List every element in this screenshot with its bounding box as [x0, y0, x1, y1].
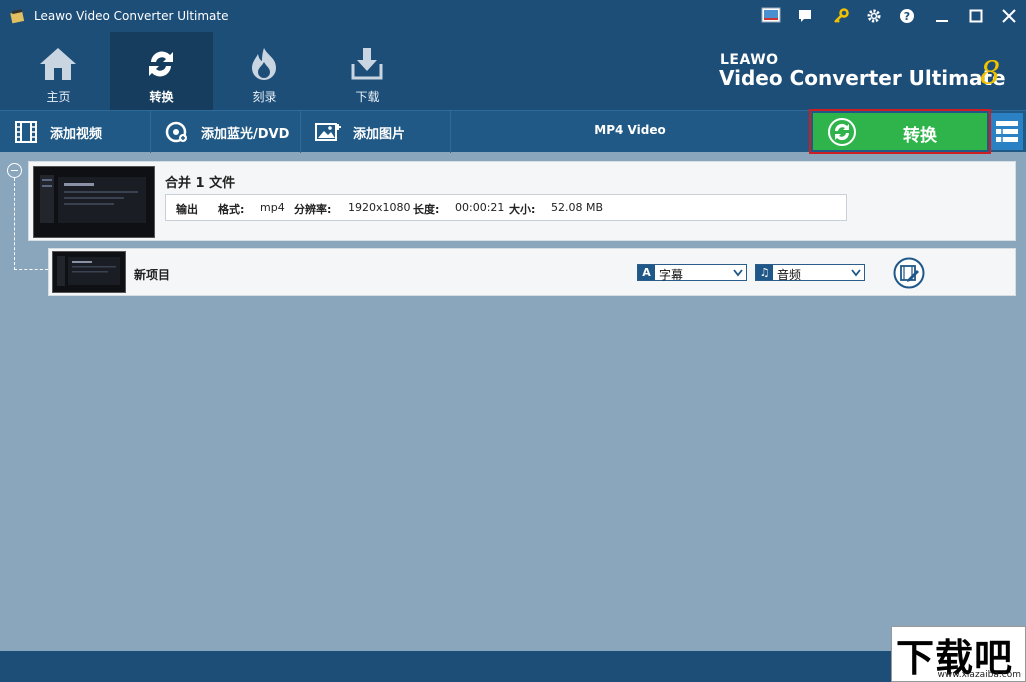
output-info-box: 输出 格式: mp4 分辨率: 1920x1080 长度: 00:00:21 大…	[165, 194, 847, 221]
status-bar	[0, 651, 1026, 682]
watermark-logo: 下载吧 www.xiazaiba.com	[891, 626, 1026, 682]
key-icon[interactable]	[830, 6, 852, 26]
size-value: 52.08 MB	[551, 201, 604, 214]
chevron-down-icon	[733, 269, 743, 277]
main-header: 主页 转换 刻录 下载 LEAWO Video Converter Ultima…	[0, 32, 1026, 110]
tab-download-label: 下载	[355, 90, 380, 104]
project-thumbnail	[52, 251, 126, 293]
window-title: Leawo Video Converter Ultimate	[34, 9, 229, 23]
add-photo-label: 添加图片	[353, 126, 406, 142]
audio-dropdown[interactable]: ♫ 音频	[755, 264, 865, 282]
music-note-icon: ♫	[756, 265, 773, 280]
tab-home-label: 主页	[46, 90, 71, 104]
skin-icon[interactable]	[760, 6, 782, 26]
minimize-icon[interactable]	[931, 6, 953, 26]
tree-connector-vertical	[14, 178, 15, 270]
merged-title: 合并 1 文件	[165, 176, 236, 191]
burn-icon	[252, 48, 276, 80]
add-bluray-label: 添加蓝光/DVD	[201, 126, 290, 142]
settings-gear-icon[interactable]	[863, 6, 885, 26]
chevron-down-icon	[851, 269, 861, 277]
layout-toggle-button[interactable]	[991, 113, 1023, 150]
output-label: 输出	[176, 203, 198, 216]
tab-burn-label: 刻录	[252, 90, 277, 104]
output-profile-selector[interactable]: MP4 Video	[560, 123, 700, 137]
download-icon	[351, 48, 383, 80]
add-video-button[interactable]: 添加视频	[0, 111, 151, 153]
duration-label: 长度:	[413, 203, 440, 216]
video-thumbnail	[33, 166, 155, 238]
film-icon	[15, 121, 37, 143]
refresh-circle-icon	[828, 118, 856, 146]
resolution-value: 1920x1080	[348, 201, 411, 214]
format-value: mp4	[260, 201, 285, 214]
close-icon[interactable]	[998, 6, 1020, 26]
image-icon	[315, 123, 341, 141]
help-icon[interactable]: ?	[896, 6, 918, 26]
subtitle-dropdown[interactable]: A 字幕	[637, 264, 747, 282]
app-logo-icon	[10, 8, 26, 24]
project-name: 新项目	[134, 268, 171, 282]
edit-video-button[interactable]	[893, 257, 925, 289]
add-photo-button[interactable]: 添加图片	[301, 111, 451, 153]
svg-text:?: ?	[904, 10, 910, 23]
add-bluray-dvd-button[interactable]: 添加蓝光/DVD	[151, 111, 301, 153]
brand-product-name: Video Converter Ultimate	[719, 66, 1006, 90]
subtitle-icon: A	[638, 265, 655, 280]
audio-value: 音频	[777, 268, 802, 282]
convert-button[interactable]: 转换	[813, 113, 987, 150]
tab-burn[interactable]: 刻录	[213, 32, 316, 110]
subtitle-value: 字幕	[659, 268, 684, 282]
brand-version: 8	[980, 54, 1001, 92]
format-label: 格式:	[218, 203, 245, 216]
tab-convert[interactable]: 转换	[110, 32, 213, 110]
list-layout-icon	[996, 121, 1018, 142]
convert-icon	[149, 51, 173, 77]
tree-connector-horizontal	[14, 269, 48, 270]
resolution-label: 分辨率:	[294, 203, 332, 216]
size-label: 大小:	[509, 203, 536, 216]
chat-icon[interactable]	[794, 6, 816, 26]
disc-icon	[165, 121, 187, 143]
maximize-icon[interactable]	[965, 6, 987, 26]
add-video-label: 添加视频	[50, 126, 103, 142]
tab-download[interactable]: 下载	[316, 32, 419, 110]
tab-home[interactable]: 主页	[7, 32, 110, 110]
watermark-url: www.xiazaiba.com	[937, 670, 1021, 680]
collapse-group-button[interactable]	[7, 163, 22, 178]
title-bar: Leawo Video Converter Ultimate ?	[0, 0, 1026, 32]
edit-film-icon	[893, 257, 925, 289]
home-icon	[40, 48, 76, 80]
merged-file-row[interactable]: 合并 1 文件 输出 格式: mp4 分辨率: 1920x1080 长度: 00…	[28, 161, 1016, 241]
project-item-row[interactable]: 新项目 A 字幕 ♫ 音频	[48, 248, 1016, 296]
tab-convert-label: 转换	[149, 90, 174, 104]
convert-label: 转换	[903, 126, 937, 146]
duration-value: 00:00:21	[455, 201, 505, 214]
